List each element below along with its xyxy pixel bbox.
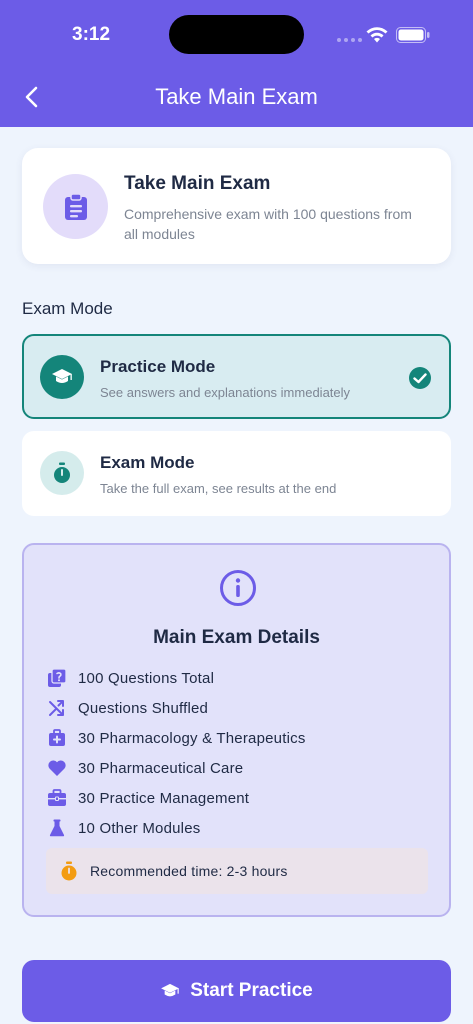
detail-item: 30 Practice Management (46, 783, 306, 813)
graduation-cap-icon (52, 369, 72, 383)
page-title: Take Main Exam (155, 84, 318, 109)
start-practice-button[interactable]: Start Practice (22, 960, 451, 1022)
clipboard-icon (64, 192, 87, 220)
briefcase-icon (46, 787, 68, 809)
exam-mode-description: Take the full exam, see results at the e… (100, 481, 337, 496)
practice-mode-icon-badge (40, 355, 84, 399)
stopwatch-icon (54, 462, 70, 483)
exam-mode-title: Exam Mode (100, 453, 195, 472)
detail-item: Questions Shuffled (46, 693, 306, 723)
detail-item: 100 Questions Total (46, 663, 306, 693)
exam-mode-option[interactable]: Exam Mode Take the full exam, see result… (22, 431, 451, 516)
wifi-icon (366, 27, 388, 43)
start-practice-label: Start Practice (190, 980, 313, 1001)
cellular-signal-icon (337, 38, 362, 42)
recommended-time-box: Recommended time: 2-3 hours (46, 848, 428, 894)
recommended-time-text: Recommended time: 2-3 hours (90, 863, 288, 879)
medkit-icon (46, 727, 68, 749)
exam-overview-card: Take Main Exam Comprehensive exam with 1… (22, 148, 451, 264)
timer-icon (58, 860, 80, 882)
dynamic-island (169, 15, 304, 54)
app-header: 3:12 Take Main Exam (0, 0, 473, 127)
practice-mode-option[interactable]: Practice Mode See answers and explanatio… (22, 334, 451, 419)
graduation-cap-icon (160, 981, 180, 1001)
shuffle-icon (46, 697, 68, 719)
exam-details-card: Main Exam Details 100 Questions Total Qu… (22, 543, 451, 917)
info-circle-icon (220, 570, 256, 606)
flask-icon (46, 817, 68, 839)
overview-icon-badge (43, 174, 108, 239)
practice-mode-title: Practice Mode (100, 357, 216, 376)
status-time: 3:12 (72, 24, 111, 45)
details-title: Main Exam Details (153, 627, 320, 648)
heart-icon (46, 757, 68, 779)
check-circle-icon (409, 367, 431, 389)
exam-mode-label: Exam Mode (22, 299, 113, 318)
practice-mode-description: See answers and explanations immediately (100, 385, 351, 400)
detail-item: 30 Pharmaceutical Care (46, 753, 306, 783)
battery-icon (396, 27, 430, 43)
exam-mode-icon-badge (40, 451, 84, 495)
detail-item: 30 Pharmacology & Therapeutics (46, 723, 306, 753)
detail-item: 10 Other Modules (46, 813, 306, 843)
details-list: 100 Questions Total Questions Shuffled 3… (46, 663, 306, 843)
question-box-icon (46, 667, 68, 689)
overview-description: Comprehensive exam with 100 questions fr… (124, 206, 412, 242)
overview-title: Take Main Exam (124, 173, 271, 194)
